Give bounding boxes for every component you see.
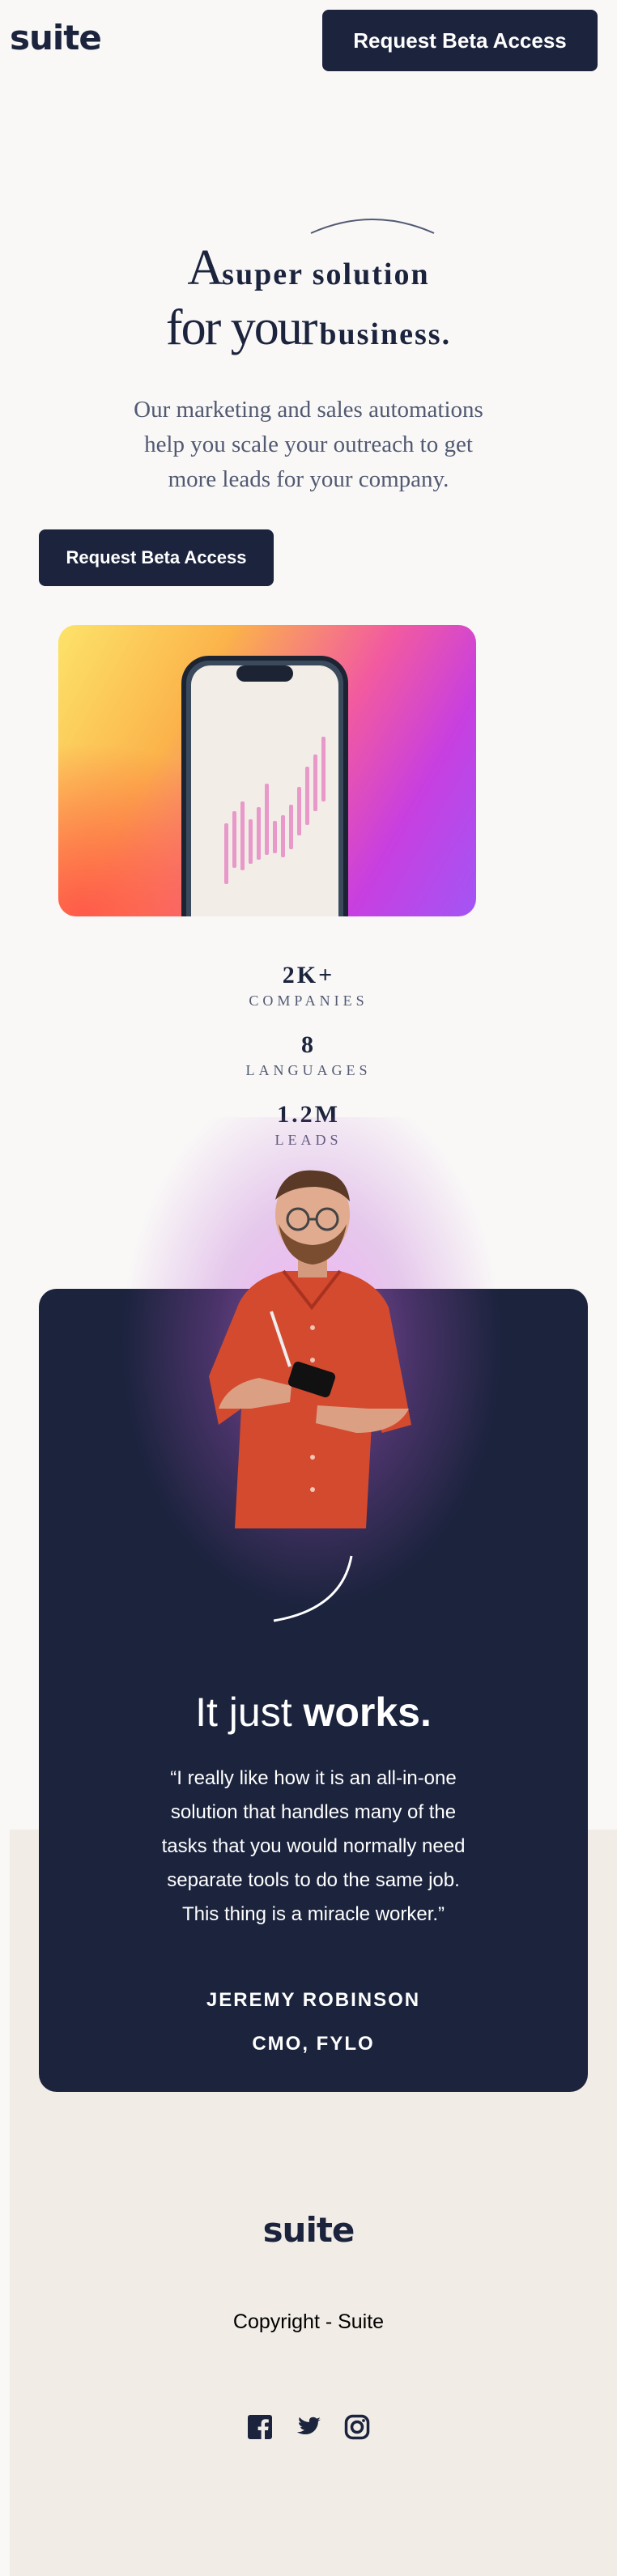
copyright-text: Copyright - Suite: [232, 2310, 385, 2333]
stat-label: LANGUAGES: [245, 1062, 372, 1078]
stat-languages: 8 LANGUAGES: [0, 1031, 617, 1079]
stat-value: 8: [301, 1031, 316, 1058]
stat-value: 1.2M: [277, 1101, 340, 1128]
hero-subtitle: Our marketing and sales automations help…: [134, 397, 483, 492]
twitter-icon[interactable]: [296, 2414, 321, 2440]
hero-title-line-1: Asuper solution: [187, 240, 430, 295]
stat-label: COMPANIES: [249, 993, 368, 1009]
testimonial-quote: “I really like how it is an all-in-one s…: [161, 1767, 466, 1925]
social-links: [0, 2414, 617, 2440]
author-role: CMO, FYLO: [252, 2033, 375, 2055]
request-beta-access-button-header[interactable]: Request Beta Access: [322, 10, 598, 71]
stat-label: LEADS: [274, 1132, 343, 1148]
hero-title-line-2: for your business.: [165, 300, 452, 355]
testimonial-person-image: [209, 1170, 411, 1528]
request-beta-access-button-hero[interactable]: Request Beta Access: [39, 529, 274, 586]
testimonial-heading: It just works.: [195, 1690, 432, 1735]
stat-leads: 1.2M LEADS: [0, 1101, 617, 1149]
decorative-arc: [273, 1555, 353, 1622]
testimonial-author: JEREMY ROBINSON CMO, FYLO: [39, 1979, 588, 2066]
hero-phone-image: [58, 625, 476, 916]
decorative-arc: [310, 219, 435, 234]
author-name: JEREMY ROBINSON: [206, 1989, 421, 2011]
stat-companies: 2K+ COMPANIES: [0, 962, 617, 1010]
stat-value: 2K+: [282, 962, 335, 988]
instagram-icon[interactable]: [344, 2414, 370, 2440]
logo[interactable]: suite: [10, 18, 102, 57]
footer-logo[interactable]: suite: [0, 2210, 617, 2250]
facebook-icon[interactable]: [247, 2414, 273, 2440]
